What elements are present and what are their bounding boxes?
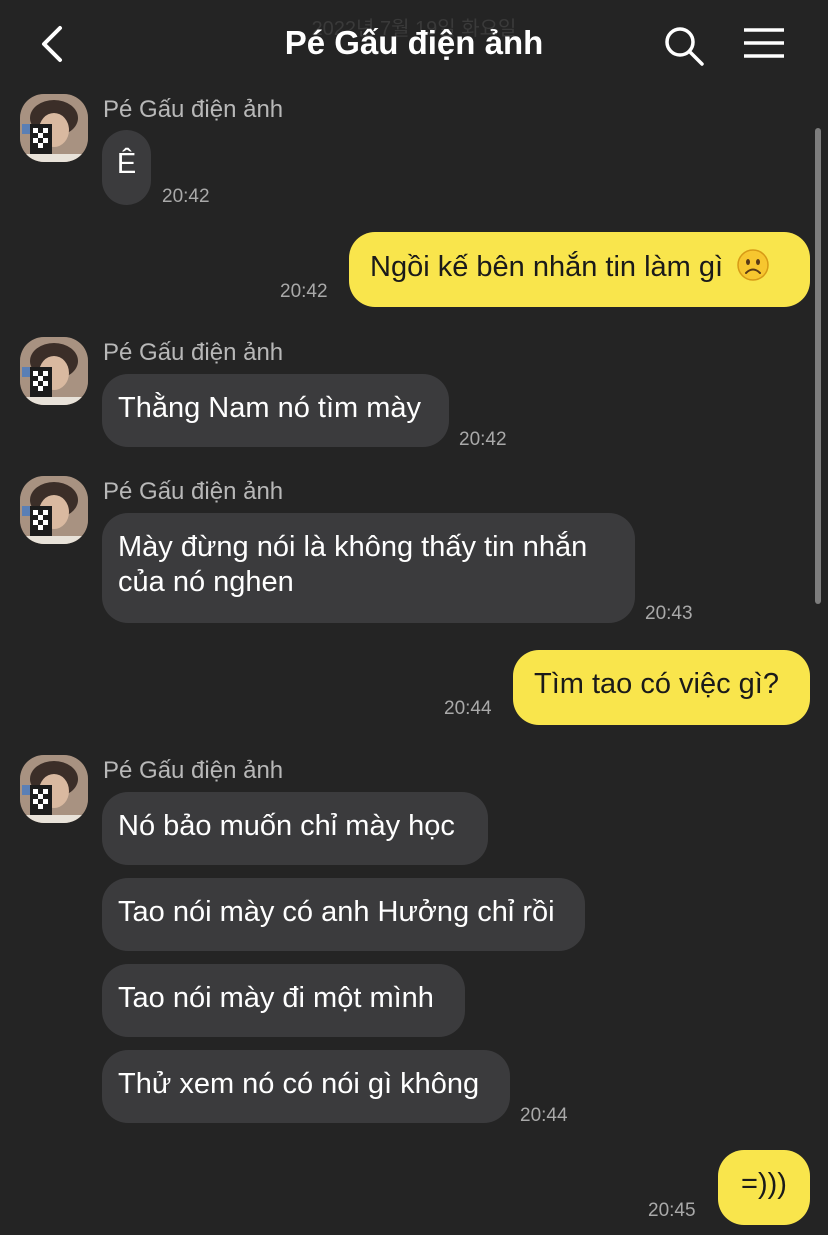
outgoing-message-bubble[interactable]: Ngồi kế bên nhắn tin làm gì xyxy=(349,232,810,307)
incoming-message-bubble[interactable]: Tao nói mày đi một mình xyxy=(102,964,465,1037)
frowning-face-emoji-icon xyxy=(737,249,769,281)
avatar[interactable] xyxy=(20,755,88,823)
message-text-line: Mày đừng nói là không thấy tin nhắn xyxy=(118,531,588,563)
message-text: Ê xyxy=(116,148,137,180)
sender-name: Pé Gấu điện ảnh xyxy=(103,96,284,123)
incoming-message-bubble[interactable]: Thử xem nó có nói gì không xyxy=(102,1050,510,1123)
message-time: 20:42 xyxy=(459,429,507,450)
sender-name: Pé Gấu điện ảnh xyxy=(103,478,284,505)
avatar[interactable] xyxy=(20,476,88,544)
incoming-message-bubble[interactable]: Tao nói mày có anh Hưởng chỉ rồi xyxy=(102,878,585,951)
search-icon xyxy=(665,27,704,66)
menu-button[interactable] xyxy=(740,24,788,64)
message-text: Thằng Nam nó tìm mày xyxy=(118,392,421,424)
message-time: 20:43 xyxy=(645,603,693,624)
incoming-message-bubble[interactable]: Thằng Nam nó tìm mày xyxy=(102,374,449,447)
message-text: Tìm tao có việc gì? xyxy=(534,668,779,700)
message-text: Ngồi kế bên nhắn tin làm gì xyxy=(370,251,724,283)
sender-name: Pé Gấu điện ảnh xyxy=(103,339,284,366)
message-text: Thử xem nó có nói gì không xyxy=(118,1068,480,1100)
chat-header: 2022년 7월 19일 화요일 Pé Gấu điện ảnh xyxy=(0,0,828,88)
incoming-message-bubble[interactable]: Ê xyxy=(102,130,151,205)
sender-name: Pé Gấu điện ảnh xyxy=(103,757,284,784)
outgoing-message-bubble[interactable]: =))) xyxy=(718,1150,810,1225)
message-text: Tao nói mày có anh Hưởng chỉ rồi xyxy=(118,896,555,928)
incoming-message-bubble[interactable]: Mày đừng nói là không thấy tin nhắn của … xyxy=(102,513,635,623)
message-text: =))) xyxy=(741,1168,787,1200)
message-time: 20:45 xyxy=(648,1200,696,1221)
chat-scrollbar[interactable] xyxy=(815,128,821,604)
avatar[interactable] xyxy=(20,94,88,162)
message-text: Nó bảo muốn chỉ mày học xyxy=(118,810,455,842)
message-time: 20:44 xyxy=(444,698,492,719)
message-text-line: của nó nghen xyxy=(118,566,294,598)
search-button[interactable] xyxy=(660,22,708,70)
menu-icon xyxy=(744,28,784,58)
message-time: 20:44 xyxy=(520,1105,568,1126)
message-time: 20:42 xyxy=(162,186,210,207)
message-time: 20:42 xyxy=(280,281,328,302)
incoming-message-bubble[interactable]: Nó bảo muốn chỉ mày học xyxy=(102,792,488,865)
avatar[interactable] xyxy=(20,337,88,405)
outgoing-message-bubble[interactable]: Tìm tao có việc gì? xyxy=(513,650,810,725)
message-text: Tao nói mày đi một mình xyxy=(118,982,434,1014)
